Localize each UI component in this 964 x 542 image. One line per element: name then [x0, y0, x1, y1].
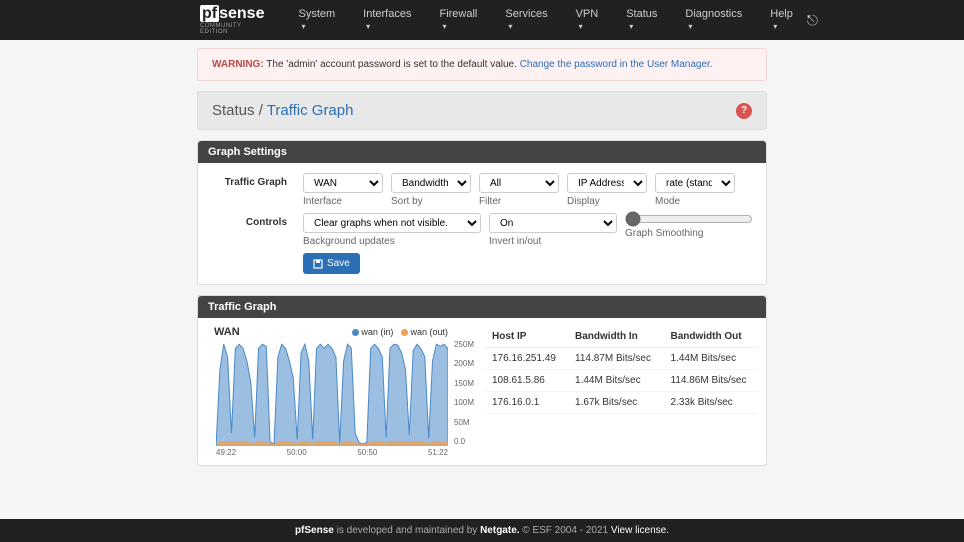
nav-firewall[interactable]: Firewall ▾ — [425, 0, 491, 44]
traffic-chart — [216, 340, 448, 446]
save-icon — [313, 259, 323, 269]
nav-interfaces[interactable]: Interfaces ▾ — [349, 0, 425, 44]
table-header: Host IP — [484, 326, 567, 348]
sortby-select[interactable]: Bandwidth In — [391, 173, 471, 193]
table-row: 176.16.0.11.67k Bits/sec2.33k Bits/sec — [484, 392, 758, 414]
chart-title: WAN — [206, 326, 240, 338]
interface-select[interactable]: WAN — [303, 173, 383, 193]
logout-icon[interactable]: ⎋ — [807, 12, 818, 29]
graph-settings-panel: Graph Settings Traffic Graph WANInterfac… — [197, 140, 767, 285]
breadcrumb-active: Traffic Graph — [267, 102, 354, 119]
chart-area: WAN wan (in) wan (out) 250M200M150M100M5… — [206, 326, 476, 457]
legend-dot-in — [352, 329, 359, 336]
table-row: 108.61.5.861.44M Bits/sec114.86M Bits/se… — [484, 370, 758, 392]
invert-select[interactable]: On — [489, 213, 617, 233]
help-icon[interactable]: ? — [736, 103, 752, 119]
display-select[interactable]: IP Address — [567, 173, 647, 193]
background-updates-select[interactable]: Clear graphs when not visible. — [303, 213, 481, 233]
save-button[interactable]: Save — [303, 253, 360, 274]
filter-select[interactable]: All — [479, 173, 559, 193]
nav-diagnostics[interactable]: Diagnostics ▾ — [671, 0, 756, 44]
mode-select[interactable]: rate (standard) — [655, 173, 735, 193]
nav-help[interactable]: Help ▾ — [756, 0, 807, 44]
nav-services[interactable]: Services ▾ — [491, 0, 561, 44]
breadcrumb: Status / Traffic Graph ? — [197, 91, 767, 130]
panel-title-graph: Traffic Graph — [198, 296, 766, 318]
legend-dot-out — [401, 329, 408, 336]
controls-label: Controls — [208, 213, 303, 228]
warning-label: WARNING: — [212, 59, 264, 70]
table-row: 176.16.251.49114.87M Bits/sec1.44M Bits/… — [484, 348, 758, 370]
logo[interactable]: pfsense COMMUNITY EDITION — [200, 5, 264, 35]
top-navbar: pfsense COMMUNITY EDITION System ▾Interf… — [0, 0, 964, 40]
table-header: Bandwidth In — [567, 326, 662, 348]
warning-text: The 'admin' account password is set to t… — [264, 59, 520, 70]
table-header: Bandwidth Out — [663, 326, 759, 348]
change-password-link[interactable]: Change the password in the User Manager. — [520, 59, 713, 70]
nav-system[interactable]: System ▾ — [284, 0, 349, 44]
panel-title-settings: Graph Settings — [198, 141, 766, 163]
traffic-graph-label: Traffic Graph — [208, 173, 303, 188]
nav-vpn[interactable]: VPN ▾ — [562, 0, 613, 44]
nav-status[interactable]: Status ▾ — [612, 0, 671, 44]
bandwidth-table: Host IPBandwidth InBandwidth Out 176.16.… — [484, 326, 758, 414]
view-license-link[interactable]: View license. — [611, 525, 669, 536]
smoothing-slider[interactable] — [625, 213, 753, 225]
breadcrumb-root[interactable]: Status — [212, 102, 255, 119]
traffic-graph-panel: Traffic Graph WAN wan (in) wan (out) 250… — [197, 295, 767, 466]
warning-alert: WARNING: The 'admin' account password is… — [197, 48, 767, 81]
footer: pfSense is developed and maintained by N… — [0, 519, 964, 542]
